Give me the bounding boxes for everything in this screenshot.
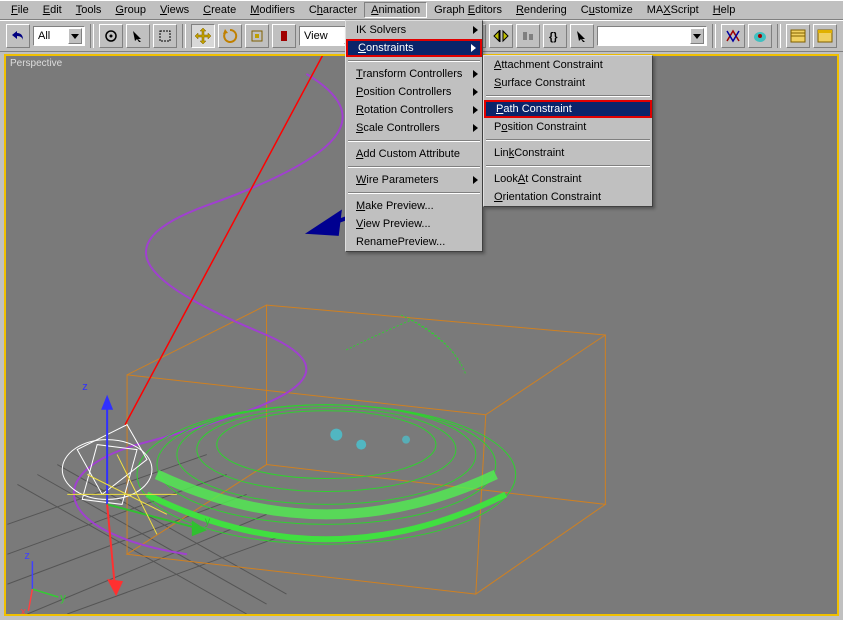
anim-item-rename-preview-[interactable]: Rename Preview... [346,233,482,251]
menu-separator [486,139,650,141]
anim-item-add-custom-attribute[interactable]: Add Custom Attribute [346,145,482,163]
selection-filter-value: All [38,30,50,42]
menu-customize[interactable]: Customize [574,2,640,18]
svg-text:x: x [20,606,26,614]
array-button[interactable]: {} [543,24,567,48]
submenu-arrow-icon [473,106,478,114]
menu-separator [348,140,480,142]
menu-character[interactable]: Character [302,2,364,18]
dropdown-arrow-icon[interactable] [68,28,82,44]
anim-item-ik-solvers[interactable]: IK Solvers [346,21,482,39]
menubar: FileEditToolsGroupViewsCreateModifiersCh… [0,0,843,20]
toolbar-right: {} [435,24,837,48]
select-object-button[interactable] [99,24,123,48]
submenu-arrow-icon [473,176,478,184]
scale-button[interactable] [245,24,269,48]
select-by-name-button[interactable] [126,24,150,48]
layer-button[interactable] [813,24,837,48]
rotate-button[interactable] [218,24,242,48]
anim-item-rotation-controllers[interactable]: Rotation Controllers [346,101,482,119]
toolbar-separator [777,24,781,48]
submenu-arrow-icon [473,70,478,78]
toolbar-separator [182,24,186,48]
menu-views[interactable]: Views [153,2,196,18]
manipulate-button[interactable] [272,24,296,48]
schematic-button[interactable] [786,24,810,48]
menu-separator [348,60,480,62]
undo-button[interactable] [6,24,30,48]
select-region-button[interactable] [153,24,177,48]
menu-tools[interactable]: Tools [69,2,109,18]
anim-item-transform-controllers[interactable]: Transform Controllers [346,65,482,83]
constraint-item-path-constraint[interactable]: Path Constraint [484,100,652,118]
svg-text:z: z [82,381,87,393]
svg-text:z: z [24,550,29,562]
keyframe-button[interactable] [721,24,745,48]
menu-group[interactable]: Group [108,2,153,18]
submenu-arrow-icon [473,124,478,132]
svg-text:y: y [205,515,211,527]
menu-rendering[interactable]: Rendering [509,2,574,18]
menu-separator [486,165,650,167]
anim-item-constraints[interactable]: Constraints [346,39,482,57]
anim-item-make-preview-[interactable]: Make Preview... [346,197,482,215]
constraint-item-position-constraint[interactable]: Position Constraint [484,118,652,136]
toolbar-separator [712,24,716,48]
menu-modifiers[interactable]: Modifiers [243,2,302,18]
constraint-item-surface-constraint[interactable]: Surface Constraint [484,74,652,92]
anim-item-position-controllers[interactable]: Position Controllers [346,83,482,101]
menu-separator [348,192,480,194]
constraint-item-lookat-constraint[interactable]: LookAt Constraint [484,170,652,188]
constraint-item-attachment-constraint[interactable]: Attachment Constraint [484,56,652,74]
move-button[interactable] [191,24,215,48]
menu-separator [348,166,480,168]
submenu-arrow-icon [471,44,476,52]
menu-maxscript[interactable]: MAXScript [640,2,706,18]
anim-item-wire-parameters[interactable]: Wire Parameters [346,171,482,189]
named-sel-combo[interactable] [597,26,707,46]
constraint-item-orientation-constraint[interactable]: Orientation Constraint [484,188,652,206]
anim-item-view-preview-[interactable]: View Preview... [346,215,482,233]
menu-separator [486,95,650,97]
render-scene-button[interactable] [748,24,772,48]
named-sel-button[interactable] [570,24,594,48]
constraints-submenu[interactable]: Attachment ConstraintSurface Constraint P… [483,55,653,207]
submenu-arrow-icon [473,88,478,96]
constraint-item-link-constraint[interactable]: Link Constraint [484,144,652,162]
anim-item-scale-controllers[interactable]: Scale Controllers [346,119,482,137]
menu-create[interactable]: Create [196,2,243,18]
toolbar-separator [90,24,94,48]
menu-file[interactable]: File [4,2,36,18]
mirror-button[interactable] [489,24,513,48]
menu-graph-editors[interactable]: Graph Editors [427,2,509,18]
menu-edit[interactable]: Edit [36,2,69,18]
menu-animation[interactable]: Animation [364,2,427,18]
selection-filter-combo[interactable]: All [33,26,85,46]
svg-text:y: y [60,592,66,604]
submenu-arrow-icon [473,26,478,34]
menu-help[interactable]: Help [706,2,743,18]
ref-coord-value: View [304,30,328,42]
dropdown-arrow-icon[interactable] [690,28,704,44]
align-button[interactable] [516,24,540,48]
svg-text:{}: {} [549,31,558,43]
animation-menu[interactable]: IK SolversConstraints Transform Controlle… [345,20,483,252]
